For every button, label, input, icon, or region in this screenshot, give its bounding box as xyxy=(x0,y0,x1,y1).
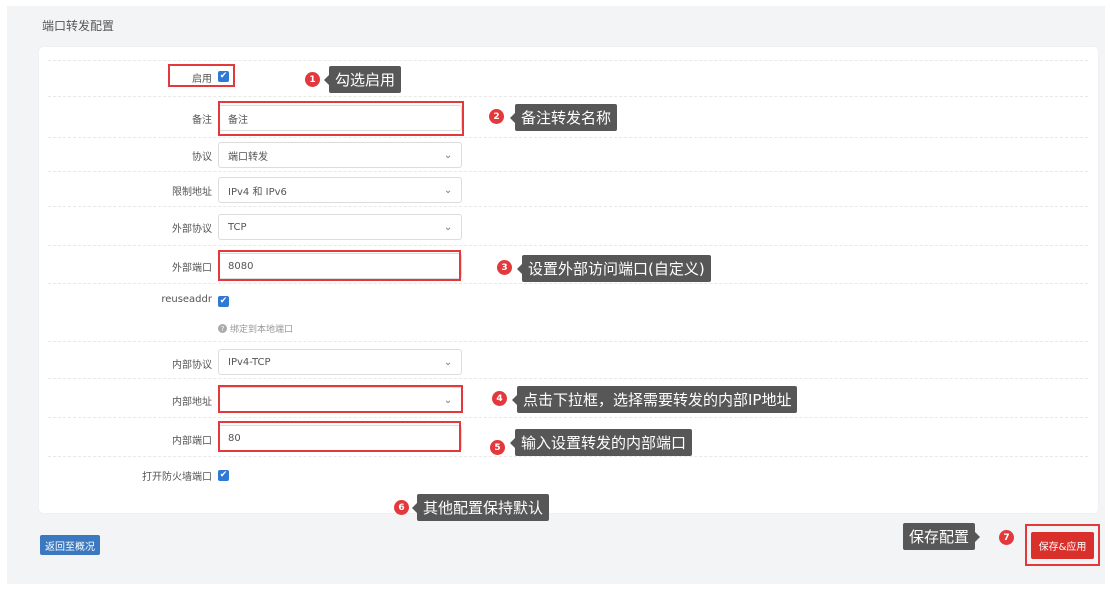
annotation-badge-7: 7 xyxy=(999,530,1014,545)
annotation-callout-5: 输入设置转发的内部端口 xyxy=(509,429,693,456)
int-proto-select[interactable]: IPv4-TCP ⌄ xyxy=(218,349,462,375)
divider xyxy=(48,283,1088,284)
annotation-callout-6: 其他配置保持默认 xyxy=(411,494,550,521)
reuse-checkbox[interactable]: ✔ xyxy=(218,296,229,307)
divider xyxy=(48,245,1088,246)
save-apply-button[interactable]: 保存&应用 xyxy=(1031,532,1094,559)
annotation-badge-3: 3 xyxy=(497,260,512,275)
info-icon: ? xyxy=(218,324,227,333)
reuse-hint: ? 绑定到本地端口 xyxy=(218,322,293,335)
check-icon: ✔ xyxy=(219,296,228,306)
divider xyxy=(48,456,1088,457)
divider xyxy=(48,417,1088,418)
ext-proto-value: TCP xyxy=(228,221,247,233)
protocol-label: 协议 xyxy=(192,152,212,163)
restrict-value: IPv4 和 IPv6 xyxy=(228,186,287,198)
divider xyxy=(48,341,1088,342)
divider xyxy=(48,206,1088,207)
annotation-callout-1: 勾选启用 xyxy=(323,66,402,93)
ext-port-label: 外部端口 xyxy=(172,263,212,274)
reuse-hint-text: 绑定到本地端口 xyxy=(230,325,294,335)
divider xyxy=(48,96,1088,97)
protocol-value: 端口转发 xyxy=(228,151,268,163)
int-proto-value: IPv4-TCP xyxy=(228,356,271,368)
ext-proto-label: 外部协议 xyxy=(172,224,212,235)
note-label: 备注 xyxy=(192,115,212,126)
annotation-callout-4: 点击下拉框，选择需要转发的内部IP地址 xyxy=(511,386,798,413)
annotation-badge-1: 1 xyxy=(305,72,320,87)
highlight-enable xyxy=(168,64,235,87)
highlight-int-addr xyxy=(218,385,463,413)
annotation-callout-3: 设置外部访问端口(自定义) xyxy=(517,255,711,282)
firewall-label: 打开防火墙端口 xyxy=(142,472,212,483)
page-title: 端口转发配置 xyxy=(42,19,115,33)
chevron-down-icon: ⌄ xyxy=(443,221,453,233)
divider xyxy=(48,137,1088,138)
chevron-down-icon: ⌄ xyxy=(443,149,453,161)
divider xyxy=(48,60,1088,61)
restrict-label: 限制地址 xyxy=(172,187,212,198)
divider xyxy=(48,378,1088,379)
int-port-label: 内部端口 xyxy=(172,436,212,447)
ext-proto-select[interactable]: TCP ⌄ xyxy=(218,214,462,240)
annotation-badge-4: 4 xyxy=(492,391,507,406)
annotation-badge-5: 5 xyxy=(490,440,505,455)
firewall-checkbox[interactable]: ✔ xyxy=(218,470,229,481)
reuse-label: reuseaddr xyxy=(161,294,212,305)
highlight-int-port xyxy=(218,421,461,452)
highlight-note xyxy=(218,101,464,136)
back-to-overview-button[interactable]: 返回至概况 xyxy=(40,535,100,555)
annotation-callout-7: 保存配置 xyxy=(903,523,981,550)
int-addr-label: 内部地址 xyxy=(172,397,212,408)
restrict-select[interactable]: IPv4 和 IPv6 ⌄ xyxy=(218,177,462,203)
int-proto-label: 内部协议 xyxy=(172,360,212,371)
protocol-select[interactable]: 端口转发 ⌄ xyxy=(218,142,462,168)
check-icon: ✔ xyxy=(219,470,228,480)
annotation-badge-2: 2 xyxy=(489,109,504,124)
annotation-badge-6: 6 xyxy=(394,500,409,515)
chevron-down-icon: ⌄ xyxy=(443,184,453,196)
chevron-down-icon: ⌄ xyxy=(443,356,453,368)
highlight-ext-port xyxy=(218,250,461,281)
divider xyxy=(48,171,1088,172)
annotation-callout-2: 备注转发名称 xyxy=(509,104,618,131)
